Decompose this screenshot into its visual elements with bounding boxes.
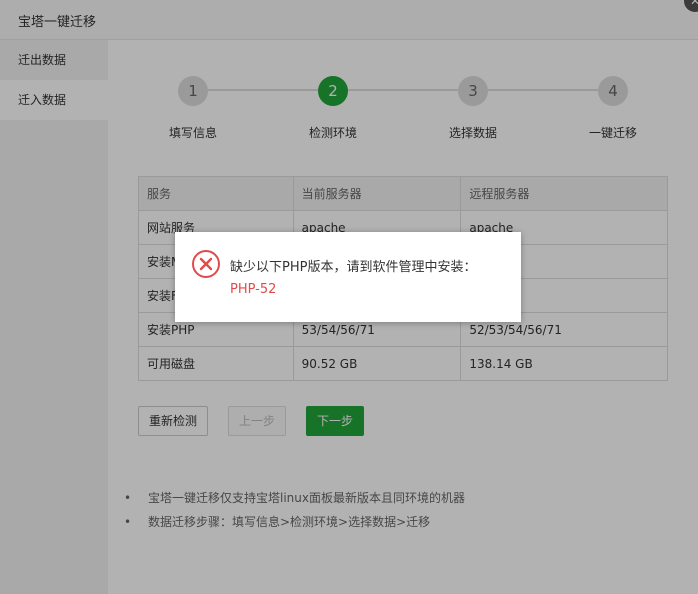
missing-php-version: PHP-52	[230, 282, 277, 297]
alert-message: 缺少以下PHP版本，请到软件管理中安装：	[230, 260, 477, 275]
alert-dialog: 缺少以下PHP版本，请到软件管理中安装： PHP-52	[175, 232, 521, 322]
error-circle-icon	[192, 250, 220, 278]
